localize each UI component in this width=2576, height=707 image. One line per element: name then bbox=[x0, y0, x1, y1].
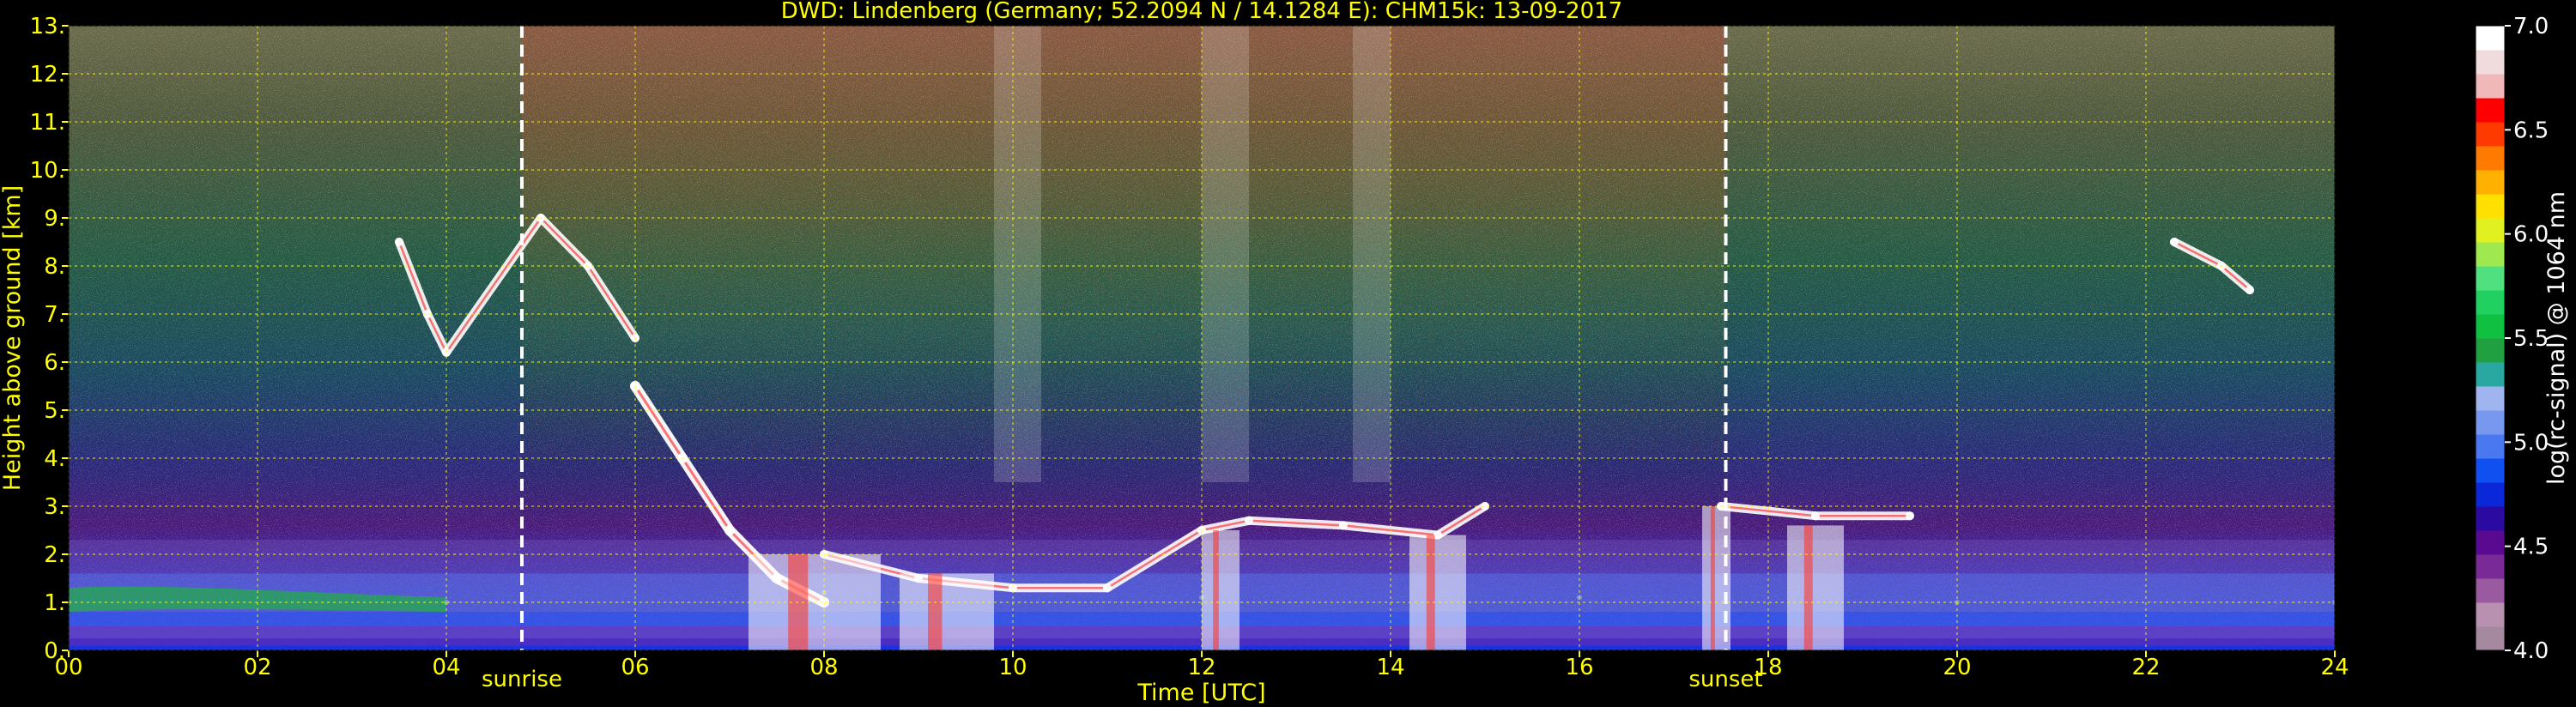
colorbar-segment bbox=[2476, 362, 2505, 387]
colorbar-tick-label: 4.5 bbox=[2513, 535, 2549, 560]
series-point bbox=[1906, 511, 1914, 521]
y-tick-label: 0. bbox=[44, 638, 65, 664]
y-tick-label: 1. bbox=[44, 590, 65, 616]
precipitation-shaft-core bbox=[928, 573, 943, 650]
chart-title: DWD: Lindenberg (Germany; 52.2094 N / 14… bbox=[781, 0, 1622, 24]
colorbar-segment bbox=[2476, 170, 2505, 195]
x-axis-label: Time [UTC] bbox=[1136, 680, 1265, 706]
ceilometer-figure: DWD: Lindenberg (Germany; 52.2094 N / 14… bbox=[0, 0, 2576, 707]
noise-streak bbox=[994, 26, 1041, 482]
noise-streak bbox=[1202, 26, 1249, 482]
colorbar-segment bbox=[2476, 218, 2505, 243]
series-point bbox=[2246, 286, 2254, 294]
colorbar-segment bbox=[2476, 410, 2505, 435]
precipitation-shaft-core bbox=[1213, 530, 1219, 650]
series-point bbox=[1339, 521, 1348, 530]
x-tick-label: 24 bbox=[2320, 655, 2349, 680]
colorbar-segment bbox=[2476, 266, 2505, 291]
y-tick-label: 3. bbox=[44, 494, 65, 520]
x-tick-label: 06 bbox=[621, 655, 649, 680]
x-tick-label: 20 bbox=[1943, 655, 1971, 680]
precipitation-shaft-core bbox=[1803, 525, 1813, 650]
precipitation-shaft-core bbox=[1710, 506, 1715, 650]
x-tick-label: 18 bbox=[1754, 655, 1782, 680]
colorbar-segment bbox=[2476, 554, 2505, 579]
colorbar-segment bbox=[2476, 506, 2505, 531]
colorbar: 4.04.55.05.56.06.57.0 bbox=[2475, 14, 2549, 664]
series-point bbox=[584, 262, 592, 270]
y-tick-label: 5. bbox=[44, 398, 65, 424]
series-point bbox=[1103, 583, 1112, 593]
sunset-label: sunset bbox=[1688, 667, 1762, 692]
series-point bbox=[1245, 516, 1253, 525]
y-tick-label: 10. bbox=[30, 158, 65, 184]
noise-streak bbox=[1353, 26, 1391, 482]
y-tick-label: 2. bbox=[44, 542, 65, 568]
x-tick-label: 08 bbox=[809, 655, 838, 680]
colorbar-segment bbox=[2476, 578, 2505, 603]
precipitation-shaft bbox=[1409, 535, 1466, 650]
y-tick-label: 9. bbox=[44, 206, 65, 232]
colorbar-segment bbox=[2476, 242, 2505, 267]
y-tick-label: 12. bbox=[30, 62, 65, 88]
y-tick-label: 13. bbox=[30, 14, 65, 39]
series-point bbox=[395, 238, 403, 246]
x-tick-label: 16 bbox=[1565, 655, 1593, 680]
colorbar-segment bbox=[2476, 194, 2505, 219]
noise-speckle-day bbox=[522, 26, 1726, 458]
colorbar-segment bbox=[2476, 146, 2505, 171]
colorbar-segment bbox=[2476, 602, 2505, 627]
sunrise-label: sunrise bbox=[482, 667, 562, 692]
y-tick-label: 8. bbox=[44, 254, 65, 280]
colorbar-segment bbox=[2476, 50, 2505, 75]
x-axis: 00 02 04 06 08 10 12 14 16 18 20 22 24 bbox=[54, 650, 2349, 680]
colorbar-segment bbox=[2476, 314, 2505, 339]
colorbar-segment bbox=[2476, 338, 2505, 363]
y-tick-label: 6. bbox=[44, 350, 65, 376]
colorbar-segment bbox=[2476, 530, 2505, 555]
x-tick-label: 12 bbox=[1187, 655, 1215, 680]
colorbar-tick-label: 4.0 bbox=[2513, 638, 2549, 664]
colorbar-segment bbox=[2476, 626, 2505, 651]
colorbar-segment bbox=[2476, 458, 2505, 483]
x-tick-label: 22 bbox=[2131, 655, 2160, 680]
x-tick-label: 10 bbox=[998, 655, 1027, 680]
y-tick-label: 11. bbox=[30, 110, 65, 136]
x-tick-label: 04 bbox=[432, 655, 460, 680]
x-tick-label: 14 bbox=[1376, 655, 1404, 680]
colorbar-tick-label: 7.0 bbox=[2513, 14, 2549, 39]
colorbar-segment bbox=[2476, 74, 2505, 99]
colorbar-segment bbox=[2476, 482, 2505, 507]
precipitation-shaft bbox=[1202, 530, 1240, 650]
y-tick-label: 7. bbox=[44, 302, 65, 328]
series-point bbox=[724, 525, 735, 535]
colorbar-segment bbox=[2476, 26, 2505, 51]
series-point bbox=[1811, 511, 1820, 521]
colorbar-segment bbox=[2476, 122, 2505, 147]
x-tick-label: 02 bbox=[243, 655, 271, 680]
y-axis-label: Height above ground [km] bbox=[0, 185, 26, 491]
precipitation-shaft-core bbox=[1426, 535, 1435, 650]
colorbar-label: log(rc-signal) @ 1064 nm bbox=[2543, 191, 2570, 485]
colorbar-tick-label: 6.5 bbox=[2513, 118, 2549, 143]
y-axis: 0. 1. 2. 3. 4. 5. 6. 7. 8. 9. 10. 11. 12. 13. bbox=[30, 14, 69, 664]
series-point bbox=[2170, 238, 2179, 246]
colorbar-segment bbox=[2476, 98, 2505, 123]
colorbar-segment bbox=[2476, 386, 2505, 411]
precipitation-shaft bbox=[1787, 525, 1844, 650]
colorbar-segment bbox=[2476, 290, 2505, 315]
ceilometer-chart: DWD: Lindenberg (Germany; 52.2094 N / 14… bbox=[0, 0, 2570, 706]
colorbar-segment bbox=[2476, 434, 2505, 459]
precipitation-shaft bbox=[900, 573, 994, 650]
y-tick-label: 4. bbox=[44, 446, 65, 472]
